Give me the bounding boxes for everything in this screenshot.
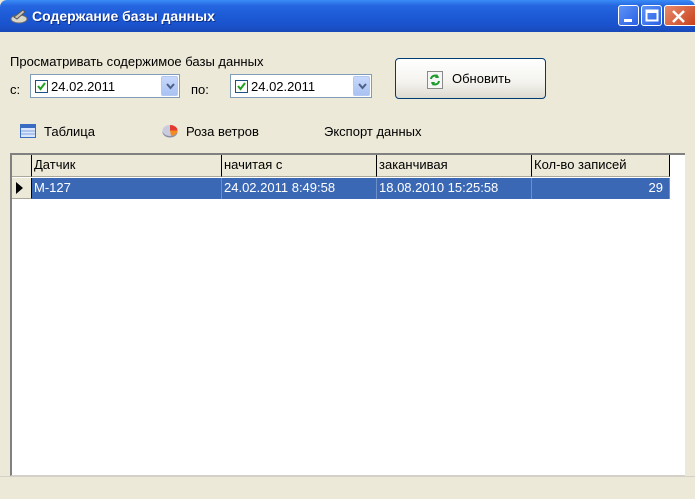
- column-header-start[interactable]: начитая с: [222, 155, 377, 177]
- toolbar: Таблица Роза ветров Экспорт данных: [0, 114, 695, 146]
- cell-start: 24.02.2011 8:49:58: [222, 178, 377, 199]
- cell-count: 29: [532, 178, 670, 199]
- app-icon: [10, 8, 28, 24]
- from-date-dropdown-button[interactable]: [161, 76, 178, 96]
- window-title: Содержание базы данных: [32, 8, 215, 24]
- pie-chart-icon: [162, 125, 178, 138]
- toolbar-item-table[interactable]: Таблица: [20, 122, 95, 140]
- table-icon: [20, 124, 36, 138]
- database-contents-window: Содержание базы данных Просматривать сод…: [0, 0, 695, 499]
- column-header-count[interactable]: Кол-во записей: [532, 155, 670, 177]
- toolbar-item-export[interactable]: Экспорт данных: [324, 122, 421, 140]
- from-date-checkbox[interactable]: [35, 80, 48, 93]
- filter-caption: Просматривать содержимое базы данных: [10, 54, 264, 69]
- current-row-arrow-icon: [16, 182, 23, 194]
- close-button[interactable]: [664, 5, 695, 26]
- to-date-value: 24.02.2011: [251, 79, 316, 94]
- maximize-button[interactable]: [641, 5, 662, 26]
- row-indicator-header: [12, 155, 32, 177]
- column-header-end[interactable]: заканчивая: [377, 155, 532, 177]
- to-date-picker[interactable]: 24.02.2011: [230, 74, 372, 98]
- cell-sensor: M-127: [32, 178, 222, 199]
- status-bar: [0, 476, 695, 499]
- title-bar[interactable]: Содержание базы данных: [0, 0, 695, 32]
- to-label: по:: [191, 82, 209, 97]
- to-date-checkbox[interactable]: [235, 80, 248, 93]
- minimize-button[interactable]: [618, 5, 639, 26]
- refresh-icon: [427, 71, 443, 92]
- toolbar-item-label: Роза ветров: [186, 123, 259, 139]
- row-indicator[interactable]: [12, 178, 32, 199]
- data-grid[interactable]: Датчик начитая с заканчивая Кол-во запис…: [10, 153, 685, 476]
- toolbar-item-wind-rose[interactable]: Роза ветров: [162, 122, 259, 140]
- table-row[interactable]: M-127 24.02.2011 8:49:58 18.08.2010 15:2…: [32, 178, 670, 199]
- refresh-button-label: Обновить: [452, 71, 511, 86]
- to-date-dropdown-button[interactable]: [353, 76, 370, 96]
- toolbar-item-label: Таблица: [44, 123, 95, 139]
- toolbar-item-label: Экспорт данных: [324, 123, 422, 139]
- refresh-button[interactable]: Обновить: [395, 58, 546, 99]
- column-header-sensor[interactable]: Датчик: [32, 155, 222, 177]
- from-label: с:: [10, 82, 21, 97]
- from-date-picker[interactable]: 24.02.2011: [30, 74, 180, 98]
- from-date-value: 24.02.2011: [51, 79, 116, 94]
- cell-end: 18.08.2010 15:25:58: [377, 178, 532, 199]
